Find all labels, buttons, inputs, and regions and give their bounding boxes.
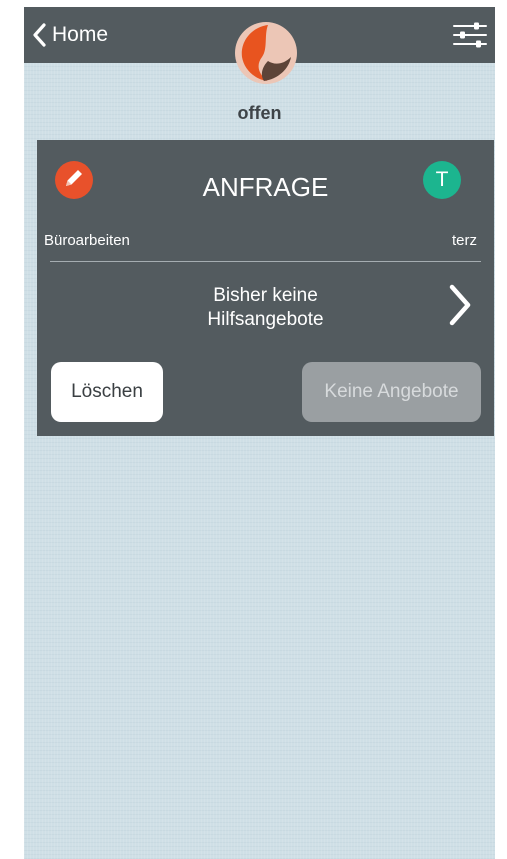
request-card: ANFRAGE T Büroarbeiten terz Bisher keine… <box>37 140 494 436</box>
offers-row[interactable]: Bisher keine Hilfsangebote <box>50 264 481 344</box>
no-offers-button: Keine Angebote <box>302 362 481 422</box>
card-divider <box>50 261 481 262</box>
app-logo <box>234 21 298 85</box>
settings-sliders-button[interactable] <box>452 21 488 49</box>
sliders-icon <box>452 22 488 53</box>
request-status-label: offen <box>237 103 282 123</box>
chevron-right-icon <box>447 283 473 332</box>
user-name: terz <box>451 232 477 249</box>
offers-status-line-1: Bisher keine <box>213 285 318 306</box>
back-button[interactable]: Home <box>32 19 108 51</box>
chevron-left-icon <box>32 23 46 47</box>
offers-status-text: Bisher keine Hilfsangebote <box>50 284 481 332</box>
category-label: Büroarbeiten <box>44 232 130 249</box>
delete-button[interactable]: Löschen <box>51 362 163 422</box>
offers-status-line-2: Hilfsangebote <box>207 309 324 330</box>
user-avatar[interactable]: T <box>423 161 461 199</box>
back-label: Home <box>52 23 109 46</box>
app-screen: Home offen ANFRAGE T Büroarbeiten terz B… <box>24 7 495 859</box>
user-initial: T <box>435 168 449 191</box>
no-offers-button-label: Keine Angebote <box>324 381 459 402</box>
delete-button-label: Löschen <box>71 381 143 402</box>
